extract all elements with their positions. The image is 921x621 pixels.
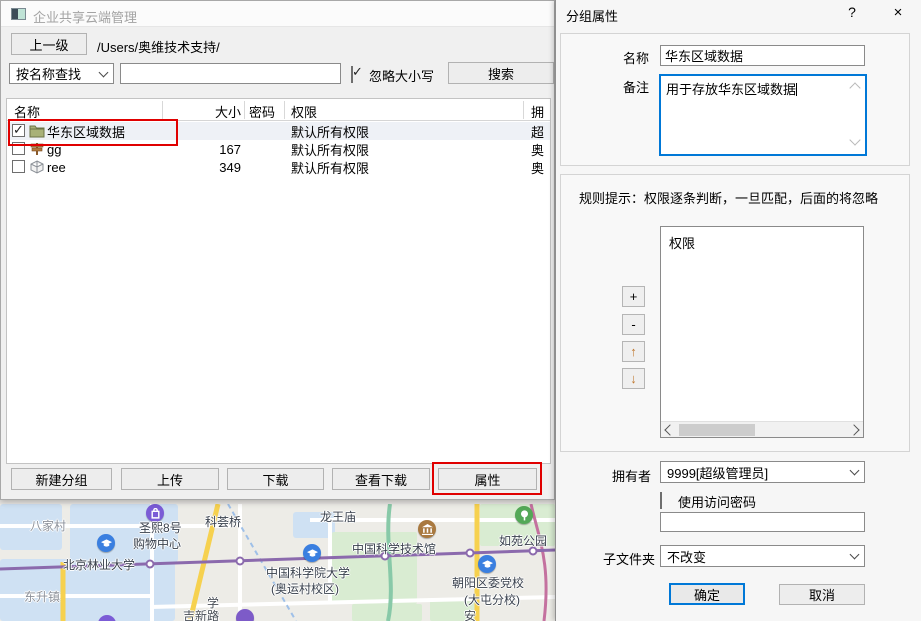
map-label-party-school-line1: 朝阳区委党校 [452, 574, 524, 591]
name-label: 名称 [623, 48, 649, 67]
remove-permission-button[interactable]: - [622, 314, 645, 335]
scroll-down-icon[interactable] [849, 134, 860, 145]
use-password-checkbox[interactable] [660, 492, 662, 509]
owner-label: 拥有者 [612, 466, 651, 485]
row-owner: 奥 [531, 140, 544, 159]
permission-list-header: 权限 [669, 233, 695, 252]
row-size: 349 [157, 160, 241, 175]
map-label-science-museum: 中国科学技术馆 [352, 540, 436, 557]
row-checkbox[interactable] [12, 160, 25, 173]
new-group-button[interactable]: 新建分组 [11, 468, 112, 490]
file-manager-window: 企业共享云端管理 上一级 /Users/奥维技术支持/ 按名称查找 忽略大小写 … [0, 0, 555, 500]
up-level-button[interactable]: 上一级 [11, 33, 87, 55]
owner-dropdown[interactable]: 9999[超级管理员] [660, 461, 865, 483]
close-icon[interactable]: × [886, 4, 910, 24]
map-label-shengxi-line2: 购物中心 [133, 535, 181, 552]
search-input[interactable] [120, 63, 341, 84]
note-text: 用于存放华东区域数据 [666, 82, 796, 97]
chevron-down-icon [850, 550, 860, 560]
map-label-longwangmiao: 龙王庙 [320, 508, 356, 525]
ignore-case-label: 忽略大小写 [369, 66, 434, 85]
bfu-education-pin-icon[interactable] [97, 534, 115, 552]
map-background[interactable]: 八家村 圣熙8号 购物中心 科荟桥 龙王庙 中国科学技术馆 如苑公园 北京林业大… [0, 504, 555, 621]
use-password-label: 使用访问密码 [678, 492, 756, 511]
row-permission: 默认所有权限 [291, 140, 369, 159]
title-bar[interactable]: 企业共享云端管理 [1, 1, 554, 27]
subfolder-value: 不改变 [667, 547, 706, 566]
row-permission: 默认所有权限 [291, 122, 369, 141]
scroll-left-icon[interactable] [664, 424, 675, 435]
dialog-title: 分组属性 [566, 6, 618, 25]
note-textarea[interactable]: 用于存放华东区域数据 [659, 74, 867, 156]
search-mode-value: 按名称查找 [16, 64, 81, 83]
column-header-owner[interactable]: 拥 [531, 102, 544, 121]
permission-list[interactable]: 权限 [660, 226, 864, 438]
park-tree-pin-icon[interactable] [515, 506, 533, 524]
map-label-shengxi-line1: 圣熙8号 [139, 519, 182, 536]
download-button[interactable]: 下载 [227, 468, 324, 490]
row-owner: 奥 [531, 158, 544, 177]
text-caret [796, 83, 797, 96]
metro-station-icon[interactable] [236, 609, 254, 621]
rule-hint-text: 规则提示：权限逐条判断，一旦匹配，后面的将忽略 [579, 188, 878, 207]
column-header-permission[interactable]: 权限 [291, 102, 317, 121]
map-label-ucas-line2: (奥运村校区) [271, 580, 339, 597]
row-permission: 默认所有权限 [291, 158, 369, 177]
upload-button[interactable]: 上传 [121, 468, 219, 490]
note-label: 备注 [623, 77, 649, 96]
search-button[interactable]: 搜索 [448, 62, 554, 84]
map-label-an: 安 [464, 607, 476, 621]
cancel-button[interactable]: 取消 [779, 584, 865, 605]
map-label-ruyuan-park: 如苑公园 [499, 532, 547, 549]
map-label-kehuiqiao: 科荟桥 [205, 513, 241, 530]
group-name-input[interactable] [660, 45, 865, 66]
subfolder-label: 子文件夹 [603, 549, 655, 568]
map-label-party-school-line2: (大屯分校) [464, 591, 520, 608]
row-owner: 超 [531, 122, 544, 141]
move-up-button[interactable]: ↑ [622, 341, 645, 362]
move-down-button[interactable]: ↓ [622, 368, 645, 389]
map-label-dongshengzhen: 东升镇 [24, 588, 60, 605]
add-permission-button[interactable]: + [622, 286, 645, 307]
annotation-box-properties-button [432, 462, 542, 495]
ok-button[interactable]: 确定 [669, 583, 745, 605]
window-title: 企业共享云端管理 [33, 7, 137, 26]
group-properties-dialog: 分组属性 ? × 名称 备注 用于存放华东区域数据 规则提示：权限逐条判断，一旦… [555, 0, 921, 621]
table-header-row: 名称 大小 密码 权限 拥 [7, 99, 550, 121]
help-icon[interactable]: ? [842, 4, 862, 24]
map-label-jixinlu: 吉新路 [183, 607, 219, 621]
file-table: 名称 大小 密码 权限 拥 华东区域数据 默认所有权限 超 gg 167 默认所… [6, 98, 551, 464]
ignore-case-checkbox[interactable] [351, 66, 353, 83]
map-label-bajiacun: 八家村 [30, 517, 66, 534]
chevron-down-icon [99, 67, 109, 77]
scroll-right-icon[interactable] [848, 424, 859, 435]
horizontal-scrollbar[interactable] [661, 421, 863, 437]
party-school-education-pin-icon[interactable] [478, 555, 496, 573]
row-name: ree [47, 160, 66, 175]
cube-icon [29, 160, 45, 174]
app-window-icon [11, 8, 26, 20]
subfolder-dropdown[interactable]: 不改变 [660, 545, 865, 567]
map-label-bfu: 北京林业大学 [63, 556, 135, 573]
owner-value: 9999[超级管理员] [667, 463, 768, 482]
search-mode-dropdown[interactable]: 按名称查找 [9, 63, 114, 84]
column-header-password[interactable]: 密码 [249, 102, 275, 121]
ucas-education-pin-icon[interactable] [303, 544, 321, 562]
scroll-up-icon[interactable] [849, 82, 860, 93]
chevron-down-icon [850, 466, 860, 476]
table-row[interactable]: ree 349 默认所有权限 奥 [7, 158, 550, 176]
breadcrumb-path: /Users/奥维技术支持/ [97, 37, 220, 56]
annotation-box-selected-row [8, 119, 178, 146]
access-password-input[interactable] [660, 512, 865, 532]
scrollbar-thumb[interactable] [679, 424, 755, 436]
science-museum-pin-icon[interactable] [418, 520, 436, 538]
map-label-ucas-line1: 中国科学院大学 [266, 564, 350, 581]
view-downloads-button[interactable]: 查看下载 [332, 468, 430, 490]
